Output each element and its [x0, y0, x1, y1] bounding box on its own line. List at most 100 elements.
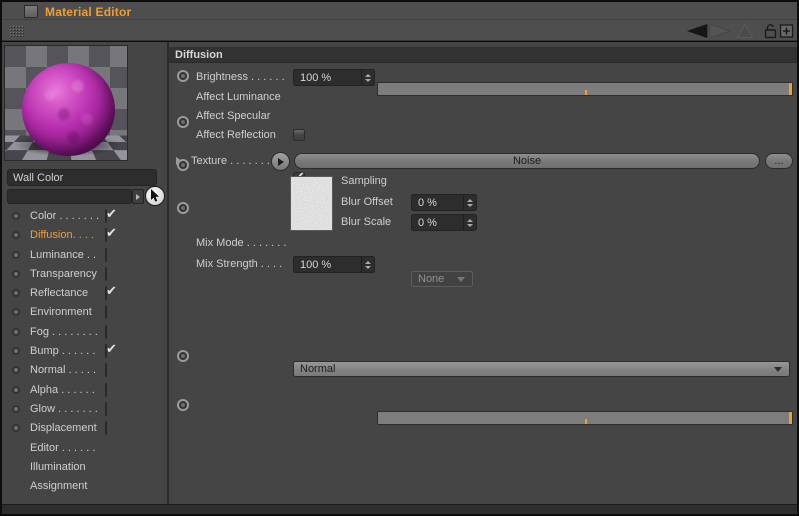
channel-row[interactable]: Diffusion. . . .	[2, 226, 167, 245]
right-triangle-icon	[136, 193, 140, 200]
mix-mode-label: Mix Mode . . . . . . .	[196, 237, 287, 249]
preview-sphere	[22, 63, 115, 156]
brightness-label: Brightness . . . . . .	[196, 71, 285, 83]
channel-row[interactable]: Environment	[2, 303, 167, 322]
reference-menu-button[interactable]	[132, 189, 144, 204]
texture-browse-button[interactable]: ...	[765, 153, 793, 169]
anim-dot-affect-reflection[interactable]	[177, 202, 189, 214]
channel-label[interactable]: Alpha . . . . . .	[30, 384, 95, 396]
toolbar	[2, 19, 797, 41]
mix-mode-value: Normal	[300, 363, 336, 375]
channel-label[interactable]: Editor . . . . . .	[30, 442, 95, 454]
stepper-arrows-icon[interactable]	[361, 257, 374, 272]
title-bar: Material Editor	[2, 2, 797, 19]
disclosure-triangle-icon[interactable]	[176, 157, 182, 165]
affect-specular-label: Affect Specular	[196, 110, 271, 122]
channel-checkbox[interactable]	[105, 344, 107, 359]
mix-strength-value: 100 %	[300, 258, 332, 271]
texture-thumbnail[interactable]	[290, 176, 333, 231]
channel-checkbox[interactable]	[105, 286, 107, 301]
stepper-arrows-icon[interactable]	[463, 195, 476, 210]
mix-strength-spinner[interactable]: 100 %	[293, 256, 375, 273]
channel-label[interactable]: Color . . . . . . .	[30, 210, 99, 222]
mix-mode-dropdown[interactable]: Normal	[293, 361, 790, 377]
drag-grip-icon[interactable]	[9, 25, 24, 37]
texture-label: Texture . . . . . . . . .	[191, 155, 283, 167]
channel-label[interactable]: Fog . . . . . . . .	[30, 326, 98, 338]
channel-checkbox[interactable]	[105, 401, 107, 416]
channel-checkbox[interactable]	[105, 363, 107, 378]
window-resize-strip[interactable]	[2, 504, 797, 514]
texture-shader-button[interactable]: Noise	[294, 153, 760, 169]
channel-label[interactable]: Environment	[30, 306, 92, 318]
channel-row[interactable]: Illumination	[2, 458, 167, 477]
brightness-slider[interactable]	[377, 82, 793, 96]
slider-tick	[585, 90, 587, 95]
channel-checkbox[interactable]	[105, 247, 107, 262]
slider-handle[interactable]	[789, 412, 792, 424]
blur-scale-spinner[interactable]: 0 %	[411, 214, 477, 231]
channel-label[interactable]: Assignment	[30, 480, 87, 492]
brightness-spinner[interactable]: 100 %	[293, 69, 375, 86]
channel-checkbox[interactable]	[105, 209, 107, 223]
sampling-value: None	[418, 273, 445, 285]
material-preview[interactable]	[4, 45, 128, 161]
channel-checkbox[interactable]	[105, 421, 107, 436]
channel-label[interactable]: Diffusion. . . .	[30, 229, 94, 241]
channel-row[interactable]: Editor . . . . . .	[2, 439, 167, 458]
channel-label[interactable]: Transparency	[30, 268, 97, 280]
channel-label[interactable]: Displacement	[30, 422, 97, 434]
mix-strength-label: Mix Strength . . . .	[196, 258, 283, 270]
channel-list: Color . . . . . . . Diffusion. . . . Lumin…	[2, 207, 167, 496]
lock-icon[interactable]	[764, 23, 777, 39]
anim-dot-mix-mode[interactable]	[177, 350, 189, 362]
chevron-down-icon	[774, 366, 782, 372]
channel-row[interactable]: Fog . . . . . . . .	[2, 323, 167, 342]
reference-input[interactable]	[7, 189, 132, 204]
slider-handle[interactable]	[789, 83, 792, 95]
channel-row[interactable]: Glow . . . . . . .	[2, 400, 167, 419]
texture-preview-button[interactable]	[271, 152, 290, 171]
channel-label[interactable]: Glow . . . . . . .	[30, 403, 98, 415]
channel-row[interactable]: Alpha . . . . . .	[2, 381, 167, 400]
back-arrow-icon[interactable]	[686, 23, 709, 39]
channel-checkbox[interactable]	[105, 266, 107, 281]
channel-checkbox[interactable]	[105, 382, 107, 397]
channel-row[interactable]: Normal . . . . .	[2, 361, 167, 380]
channel-checkbox[interactable]	[105, 305, 107, 320]
anim-dot-mix-strength[interactable]	[177, 399, 189, 411]
channel-row[interactable]: Luminance . .	[2, 246, 167, 265]
channel-row[interactable]: Reflectance	[2, 284, 167, 303]
channel-label[interactable]: Bump . . . . . .	[30, 345, 95, 357]
channel-row[interactable]: Color . . . . . . .	[2, 207, 167, 226]
channel-row[interactable]: Assignment	[2, 477, 167, 496]
channel-checkbox[interactable]	[105, 228, 107, 243]
mix-strength-slider[interactable]	[377, 411, 793, 425]
sampling-label: Sampling	[341, 175, 387, 187]
channel-label[interactable]: Reflectance	[30, 287, 88, 299]
section-header: Diffusion	[169, 47, 797, 63]
affect-luminance-checkbox[interactable]	[293, 129, 305, 141]
chevron-down-icon	[457, 276, 465, 282]
blur-offset-spinner[interactable]: 0 %	[411, 194, 477, 211]
stepper-arrows-icon[interactable]	[463, 215, 476, 230]
channel-label[interactable]: Luminance . .	[30, 249, 96, 261]
channel-label[interactable]: Illumination	[30, 461, 86, 473]
channel-label[interactable]: Normal . . . . .	[30, 364, 96, 376]
channel-row[interactable]: Displacement	[2, 419, 167, 438]
channel-row[interactable]: Transparency	[2, 265, 167, 284]
add-icon[interactable]	[779, 23, 794, 39]
window-menu-button[interactable]	[24, 5, 38, 18]
forward-arrow-icon	[708, 23, 731, 39]
material-name-input[interactable]: Wall Color	[7, 169, 157, 186]
affect-luminance-label: Affect Luminance	[196, 91, 281, 103]
channel-checkbox[interactable]	[105, 324, 107, 339]
anim-dot-brightness[interactable]	[177, 70, 189, 82]
blur-scale-value: 0 %	[418, 216, 437, 229]
channel-row[interactable]: Bump . . . . . .	[2, 342, 167, 361]
blur-offset-label: Blur Offset	[341, 196, 393, 208]
stepper-arrows-icon[interactable]	[361, 70, 374, 85]
affect-reflection-label: Affect Reflection	[196, 129, 276, 141]
anim-dot-affect-luminance[interactable]	[177, 116, 189, 128]
pick-object-button[interactable]	[145, 186, 165, 206]
